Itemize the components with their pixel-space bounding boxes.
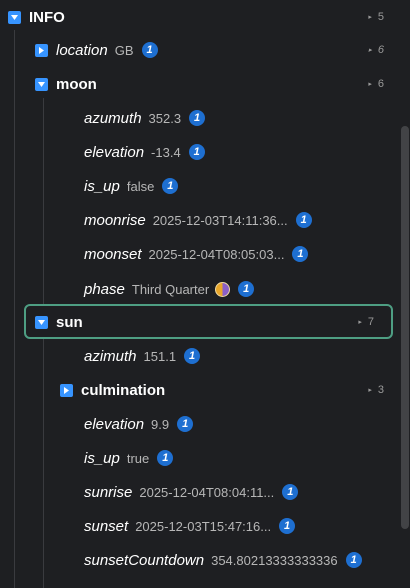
chevron-right-icon[interactable] [60, 383, 73, 397]
node-value: 2025-12-04T08:04:11... [139, 484, 275, 500]
child-count: ▸ 6 [368, 44, 384, 56]
chevron-right-icon[interactable] [35, 43, 48, 57]
tree-leaf[interactable]: azumuth 352.3 1 [0, 103, 400, 133]
node-key: elevation [84, 143, 145, 161]
node-label: culmination [81, 381, 166, 399]
node-value: 151.1 [143, 348, 177, 364]
node-key: elevation [84, 415, 145, 433]
tree-leaf[interactable]: is_up false 1 [0, 171, 400, 201]
info-badge[interactable]: 1 [162, 178, 179, 194]
child-count: ▸ 7 [358, 316, 374, 328]
node-key: sunsetCountdown [84, 551, 205, 569]
info-badge[interactable]: 1 [177, 416, 194, 432]
info-badge[interactable]: 1 [292, 246, 309, 262]
info-badge[interactable]: 1 [188, 144, 205, 160]
tree-leaf[interactable]: elevation 9.9 1 [0, 409, 400, 439]
node-label: moon [56, 75, 97, 93]
node-key: location [56, 41, 108, 59]
node-key: azimuth [84, 347, 137, 365]
tree-leaf[interactable]: sunrise 2025-12-04T08:04:11... 1 [0, 477, 400, 507]
node-key: is_up [84, 177, 120, 195]
node-value: false [126, 178, 155, 194]
node-key: phase [84, 280, 125, 298]
node-key: moonrise [84, 211, 146, 229]
tree-leaf[interactable]: phase Third Quarter 1 [0, 274, 400, 304]
tree-leaf[interactable]: sunsetCountdown 354.80213333333336 1 [0, 545, 400, 575]
tree-leaf[interactable]: is_up true 1 [0, 443, 400, 473]
tree-node-moon[interactable]: moon ▸ 6 [0, 69, 400, 99]
node-value: 9.9 [151, 416, 170, 432]
tree-node-info[interactable]: INFO ▸ 5 [0, 2, 400, 32]
node-key: moonset [84, 245, 142, 263]
info-badge[interactable]: 1 [157, 450, 174, 466]
tree-leaf[interactable]: azimuth 151.1 1 [0, 341, 400, 371]
node-key: azumuth [84, 109, 142, 127]
tree-node-sun[interactable]: sun ▸ 7 [0, 307, 400, 337]
info-badge[interactable]: 1 [345, 552, 362, 568]
node-key: sunset [84, 517, 129, 535]
child-count: ▸ 6 [368, 78, 384, 90]
node-label: INFO [29, 8, 65, 26]
tree-leaf[interactable]: moonset 2025-12-04T08:05:03... 1 [0, 239, 400, 269]
node-value: true [126, 450, 150, 466]
node-value: 354.80213333333336 [211, 552, 338, 568]
node-value: 2025-12-03T15:47:16... [135, 518, 272, 534]
node-value: -13.4 [151, 144, 181, 160]
info-badge[interactable]: 1 [184, 348, 201, 364]
tree-leaf[interactable]: moonrise 2025-12-03T14:11:36... 1 [0, 205, 400, 235]
child-count: ▸ 5 [368, 11, 384, 23]
scrollbar-thumb[interactable] [401, 126, 409, 529]
vertical-scrollbar[interactable] [400, 0, 410, 588]
info-badge[interactable]: 1 [238, 281, 255, 297]
child-count: ▸ 3 [368, 384, 384, 396]
node-value: GB [114, 42, 134, 58]
chevron-down-icon[interactable] [35, 77, 48, 91]
chevron-down-icon[interactable] [8, 10, 21, 24]
tree-node-culmination[interactable]: culmination ▸ 3 [0, 375, 400, 405]
node-label: sun [56, 313, 83, 331]
chevron-down-icon[interactable] [35, 315, 48, 329]
tree-leaf[interactable]: sunset 2025-12-03T15:47:16... 1 [0, 511, 400, 541]
tree-leaf[interactable]: elevation -13.4 1 [0, 137, 400, 167]
node-value: 2025-12-03T14:11:36... [152, 212, 288, 228]
node-key: is_up [84, 449, 120, 467]
info-badge[interactable]: 1 [189, 110, 206, 126]
node-value: Third Quarter [131, 281, 210, 297]
state-tree: INFO ▸ 5 location GB 1 ▸ 6 moon ▸ 6 azumuth… [0, 0, 400, 588]
node-value: 352.3 [148, 110, 182, 126]
tree-node-location[interactable]: location GB 1 ▸ 6 [0, 35, 400, 65]
info-badge[interactable]: 1 [282, 484, 299, 500]
info-badge[interactable]: 1 [279, 518, 296, 534]
node-value: 2025-12-04T08:05:03... [148, 246, 285, 262]
info-badge[interactable]: 1 [295, 212, 312, 228]
info-badge[interactable]: 1 [141, 42, 158, 58]
node-key: sunrise [84, 483, 133, 501]
moon-phase-icon [215, 281, 231, 297]
